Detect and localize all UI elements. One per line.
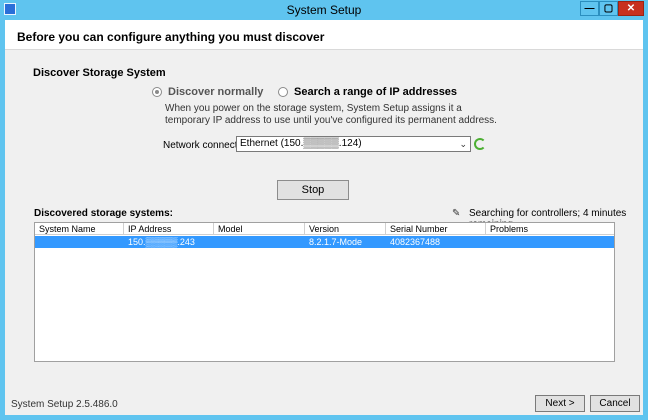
maximize-button[interactable]: ▢ — [599, 1, 618, 16]
cell-system-name — [35, 236, 124, 248]
network-connection-value: Ethernet (150.▒▒▒▒▒.124) — [240, 138, 362, 149]
column-header-problems[interactable]: Problems — [486, 223, 614, 235]
page-heading: Before you can configure anything you mu… — [17, 30, 325, 44]
refresh-icon[interactable] — [474, 138, 486, 150]
column-header-model[interactable]: Model — [214, 223, 305, 235]
cell-ip-address: 150.▒▒▒▒▒.243 — [128, 237, 195, 247]
discovered-systems-label: Discovered storage systems: — [34, 208, 173, 219]
cell-serial-number: 4082367488 — [390, 237, 441, 247]
radio-label: Search a range of IP addresses — [294, 86, 458, 98]
radio-checked-icon — [152, 87, 162, 97]
table-row[interactable]: 150.▒▒▒▒▒.243 8.2.1.7-Mode 4082367488 — [35, 236, 614, 248]
radio-discover-normally[interactable]: Discover normally — [152, 86, 263, 98]
radio-search-ip-range[interactable]: Search a range of IP addresses — [278, 86, 457, 98]
client-area: Before you can configure anything you mu… — [5, 20, 643, 415]
network-connection-select[interactable]: Ethernet (150.▒▒▒▒▒.124) ⌄ — [236, 136, 471, 152]
close-button[interactable]: ✕ — [618, 1, 644, 16]
radio-label: Discover normally — [168, 86, 264, 98]
stop-button[interactable]: Stop — [277, 180, 349, 200]
discovered-systems-table[interactable]: System Name IP Address Model Version Ser… — [34, 222, 615, 362]
table-header: System Name IP Address Model Version Ser… — [35, 223, 614, 235]
cell-version: 8.2.1.7-Mode — [309, 237, 363, 247]
column-header-serial-number[interactable]: Serial Number — [386, 223, 486, 235]
searching-icon: ✎ — [452, 208, 461, 219]
column-header-system-name[interactable]: System Name — [35, 223, 124, 235]
system-setup-window: System Setup — ▢ ✕ Before you can config… — [0, 0, 648, 420]
cancel-button[interactable]: Cancel — [590, 395, 640, 412]
cell-model — [214, 236, 305, 248]
section-title: Discover Storage System — [33, 67, 166, 79]
discover-description: When you power on the storage system, Sy… — [165, 103, 497, 126]
minimize-button[interactable]: — — [580, 1, 599, 16]
column-header-ip-address[interactable]: IP Address — [124, 223, 214, 235]
app-version: System Setup 2.5.486.0 — [11, 399, 118, 410]
next-button[interactable]: Next > — [535, 395, 585, 412]
column-header-version[interactable]: Version — [305, 223, 386, 235]
window-title: System Setup — [286, 3, 362, 17]
cell-problems — [486, 236, 614, 248]
title-bar[interactable]: System Setup — ▢ ✕ — [0, 0, 648, 20]
chevron-down-icon: ⌄ — [459, 139, 467, 149]
radio-unchecked-icon — [278, 87, 288, 97]
header-band: Before you can configure anything you mu… — [5, 20, 643, 50]
